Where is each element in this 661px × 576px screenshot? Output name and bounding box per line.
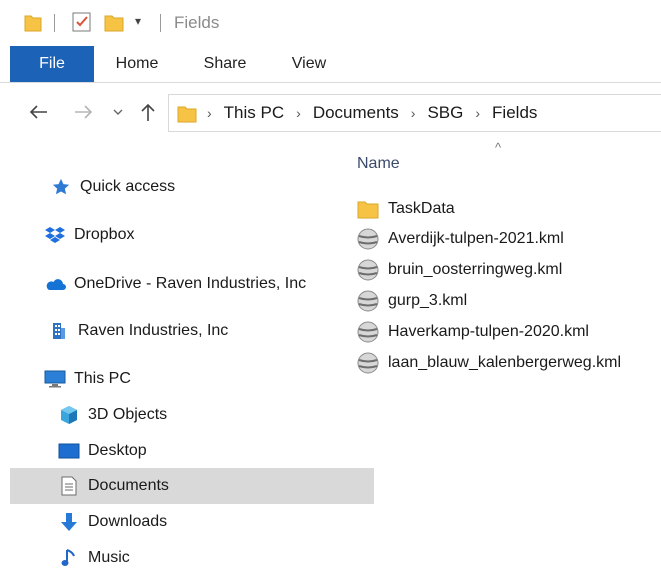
breadcrumb: › This PC › Documents › SBG › Fields xyxy=(207,95,537,131)
nav-item-this-pc[interactable]: This PC xyxy=(10,361,360,397)
separator xyxy=(160,14,161,32)
nav-item-label: Downloads xyxy=(88,513,168,530)
back-arrow-icon[interactable] xyxy=(24,98,52,126)
list-item[interactable]: bruin_oosterringweg.kml xyxy=(356,255,661,285)
chevron-right-icon[interactable]: › xyxy=(207,105,212,121)
title-bar: ▾ Fields xyxy=(0,0,661,46)
file-name: Haverkamp-tulpen-2020.kml xyxy=(388,323,589,340)
nav-item-label: Dropbox xyxy=(74,226,135,243)
nav-item-downloads[interactable]: Downloads xyxy=(10,504,374,540)
customize-toolbar-dropdown-icon[interactable]: ▾ xyxy=(135,14,141,28)
downloads-icon xyxy=(58,511,80,533)
breadcrumb-this-pc[interactable]: This PC xyxy=(224,103,284,123)
kml-file-icon xyxy=(356,227,380,251)
nav-item-label: 3D Objects xyxy=(88,406,168,423)
tab-file[interactable]: File xyxy=(10,46,94,82)
nav-item-label: Quick access xyxy=(80,178,176,195)
breadcrumb-fields[interactable]: Fields xyxy=(492,103,537,123)
ribbon-tabs: File Home Share View xyxy=(0,46,661,83)
kml-file-icon xyxy=(356,289,380,313)
nav-item-dropbox[interactable]: Dropbox xyxy=(10,217,360,253)
file-name: bruin_oosterringweg.kml xyxy=(388,261,563,278)
kml-file-icon xyxy=(356,320,380,344)
list-item[interactable]: gurp_3.kml xyxy=(356,286,661,316)
nav-item-documents[interactable]: Documents xyxy=(10,468,374,504)
folder-icon xyxy=(177,103,197,128)
tab-share[interactable]: Share xyxy=(192,46,258,82)
up-arrow-icon[interactable] xyxy=(136,98,160,126)
column-header-name[interactable]: Name xyxy=(357,155,400,173)
kml-file-icon xyxy=(356,351,380,375)
nav-item-label: This PC xyxy=(74,370,131,387)
tab-home[interactable]: Home xyxy=(104,46,170,82)
nav-item-onedrive[interactable]: OneDrive - Raven Industries, Inc xyxy=(10,266,360,302)
sort-ascending-caret-icon: ^ xyxy=(495,140,502,155)
chevron-right-icon[interactable]: › xyxy=(296,105,301,121)
dropbox-icon xyxy=(44,224,66,246)
address-bar: › This PC › Documents › SBG › Fields xyxy=(0,90,661,134)
nav-item-quick-access[interactable]: Quick access xyxy=(10,169,366,205)
nav-item-3d-objects[interactable]: 3D Objects xyxy=(10,397,374,433)
nav-item-label: Raven Industries, Inc xyxy=(78,322,229,339)
kml-file-icon xyxy=(356,258,380,282)
music-icon xyxy=(58,547,80,569)
quick-access-star-icon xyxy=(50,176,72,198)
nav-item-desktop[interactable]: Desktop xyxy=(10,433,374,469)
list-item[interactable]: Averdijk-tulpen-2021.kml xyxy=(356,224,661,254)
nav-item-music[interactable]: Music xyxy=(10,540,374,576)
building-icon xyxy=(48,320,70,342)
nav-item-label: Documents xyxy=(88,477,169,494)
properties-icon[interactable] xyxy=(72,12,92,37)
breadcrumb-documents[interactable]: Documents xyxy=(313,103,399,123)
breadcrumb-sbg[interactable]: SBG xyxy=(427,103,463,123)
window-title: Fields xyxy=(174,13,220,32)
nav-item-label: OneDrive - Raven Industries, Inc xyxy=(74,275,307,292)
list-item[interactable]: Haverkamp-tulpen-2020.kml xyxy=(356,317,661,347)
recent-locations-chevron-icon[interactable] xyxy=(110,98,126,126)
separator xyxy=(54,14,55,32)
file-name: Averdijk-tulpen-2021.kml xyxy=(388,230,564,247)
computer-icon xyxy=(44,368,66,390)
desktop-icon xyxy=(58,440,80,462)
folder-icon[interactable] xyxy=(24,12,42,37)
file-name: TaskData xyxy=(388,200,455,217)
list-item[interactable]: TaskData xyxy=(356,194,661,224)
3d-objects-icon xyxy=(58,404,80,426)
file-name: laan_blauw_kalenbergerweg.kml xyxy=(388,354,622,371)
new-folder-icon[interactable] xyxy=(104,12,124,37)
forward-arrow-icon[interactable] xyxy=(70,98,98,126)
address-path-field[interactable]: › This PC › Documents › SBG › Fields xyxy=(168,94,661,132)
chevron-right-icon[interactable]: › xyxy=(411,105,416,121)
tab-view[interactable]: View xyxy=(278,46,340,82)
file-name: gurp_3.kml xyxy=(388,292,468,309)
list-item[interactable]: laan_blauw_kalenbergerweg.kml xyxy=(356,348,661,378)
folder-icon xyxy=(356,197,380,221)
nav-item-raven-industries[interactable]: Raven Industries, Inc xyxy=(10,313,364,349)
documents-icon xyxy=(58,475,80,497)
navigation-pane: Quick access Dropbox OneDrive - Raven In… xyxy=(10,150,374,573)
nav-item-label: Music xyxy=(88,549,130,566)
onedrive-cloud-icon xyxy=(44,273,66,295)
nav-item-label: Desktop xyxy=(88,442,147,459)
chevron-right-icon[interactable]: › xyxy=(475,105,480,121)
